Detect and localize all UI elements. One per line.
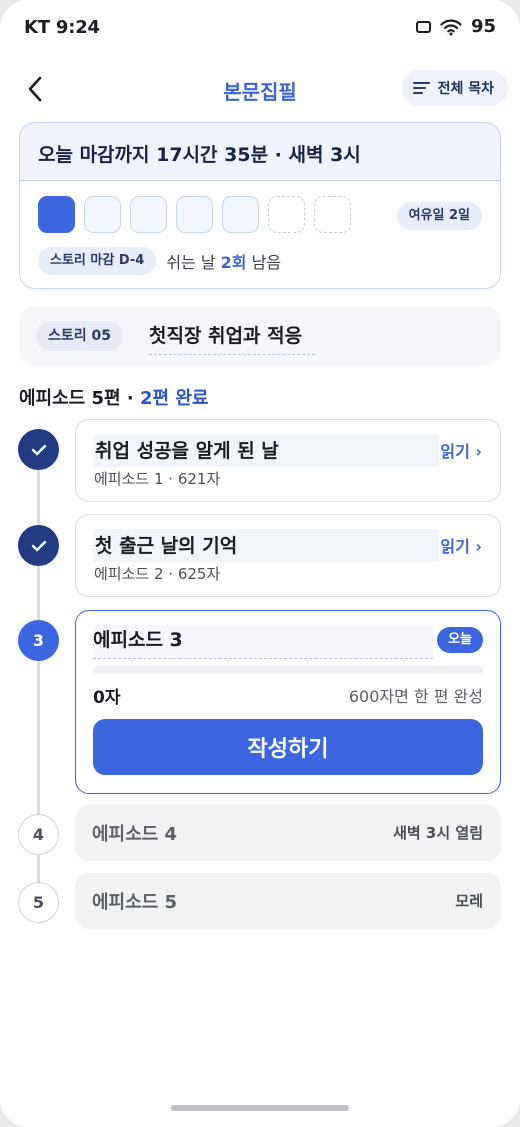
battery-level: 95 xyxy=(470,16,496,37)
today-badge: 오늘 xyxy=(437,627,483,653)
spare-days-badge: 여유일 2일 xyxy=(396,202,482,230)
check-icon xyxy=(31,540,46,551)
episode-title: 에피소드 3 xyxy=(93,625,433,659)
episode-unlock-note: 새벽 3시 열림 xyxy=(393,824,483,842)
status-bar: KT 9:24 95 xyxy=(0,0,520,56)
table-of-contents-button[interactable]: 전체 목차 xyxy=(400,70,508,106)
day-box-rest xyxy=(268,196,305,233)
rest-count: 2회 xyxy=(220,253,247,272)
rest-prefix: 쉬는 날 xyxy=(166,253,216,272)
episodes-summary: 에피소드 5편 · 2편 완료 xyxy=(19,384,208,410)
episode-card-2[interactable]: 첫 출근 날의 기억 에피소드 2 · 625자 읽기 › xyxy=(75,514,501,597)
story-row[interactable]: 스토리 05 첫직장 취업과 적응 xyxy=(19,307,501,365)
screen-icon xyxy=(415,20,431,33)
episode-card-3: 에피소드 3 오늘 0자 600자면 한 편 완성 작성하기 xyxy=(75,610,501,794)
episode-1-done-node xyxy=(18,429,59,470)
write-button[interactable]: 작성하기 xyxy=(93,719,483,775)
deadline-headline: 오늘 마감까지 17시간 35분 · 새벽 3시 xyxy=(20,123,500,181)
carrier-time: KT 9:24 xyxy=(24,17,100,38)
phone-screen: KT 9:24 95 본문집필 전체 목차 오늘 마감까지 17시간 35분 ·… xyxy=(0,0,520,1127)
deadline-footer: 스토리 마감 D-4 쉬는 날 2회 남음 xyxy=(38,247,281,275)
episode-title: 첫 출근 날의 기억 xyxy=(93,529,439,562)
episodes-summary-prefix: 에피소드 5편 · xyxy=(19,388,140,409)
episode-meta: 에피소드 1 · 621자 xyxy=(94,470,221,488)
day-box-rest xyxy=(314,196,351,233)
char-goal: 600자면 한 편 완성 xyxy=(348,687,483,706)
episode-4-node: 4 xyxy=(18,814,59,855)
toc-label: 전체 목차 xyxy=(437,81,494,97)
story-deadline-badge: 스토리 마감 D-4 xyxy=(38,247,157,275)
char-count: 0자 xyxy=(93,688,121,708)
writing-progress-bar xyxy=(93,666,483,674)
story-title: 첫직장 취업과 적응 xyxy=(149,321,315,355)
app-header: 본문집필 전체 목차 xyxy=(0,64,520,114)
day-box-remaining xyxy=(84,196,121,233)
rest-suffix: 남음 xyxy=(251,253,282,272)
rest-days-text: 쉬는 날 2회 남음 xyxy=(166,249,281,273)
day-box-remaining xyxy=(130,196,167,233)
episode-3-current-node: 3 xyxy=(18,620,59,661)
episodes-completed-count: 2편 완료 xyxy=(139,388,209,409)
check-icon xyxy=(31,444,46,455)
episode-card-4: 에피소드 4 새벽 3시 열림 xyxy=(75,805,501,861)
episode-title: 에피소드 5 xyxy=(92,892,178,913)
episode-2-done-node xyxy=(18,525,59,566)
episode-meta: 에피소드 2 · 625자 xyxy=(94,565,221,583)
read-link[interactable]: 읽기 › xyxy=(440,533,482,557)
status-icons: 95 xyxy=(415,16,496,37)
day-box-remaining xyxy=(222,196,259,233)
deadline-card: 오늘 마감까지 17시간 35분 · 새벽 3시 여유일 2일 스토리 마감 D… xyxy=(19,122,501,289)
episode-card-5: 에피소드 5 모레 xyxy=(75,873,501,929)
read-link[interactable]: 읽기 › xyxy=(440,438,482,462)
story-number-chip: 스토리 05 xyxy=(36,321,123,351)
day-box-remaining xyxy=(176,196,213,233)
day-progress-boxes xyxy=(38,196,351,233)
episode-card-1[interactable]: 취업 성공을 알게 된 날 에피소드 1 · 621자 읽기 › xyxy=(75,419,501,502)
episode-title: 취업 성공을 알게 된 날 xyxy=(93,434,439,467)
episode-unlock-note: 모레 xyxy=(455,892,483,910)
wifi-icon xyxy=(440,19,462,35)
episode-title: 에피소드 4 xyxy=(92,824,178,845)
episode-5-node: 5 xyxy=(18,882,59,923)
list-icon xyxy=(412,82,430,94)
day-box-done xyxy=(38,196,75,233)
home-indicator[interactable] xyxy=(171,1105,349,1111)
